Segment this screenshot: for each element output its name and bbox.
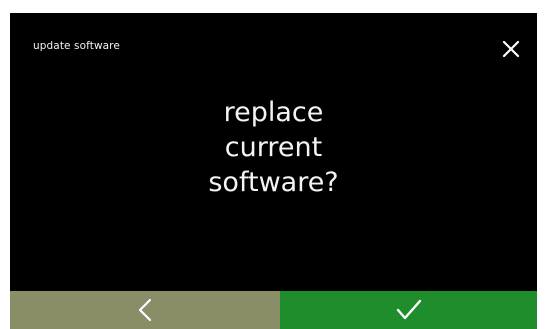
- close-icon: [502, 40, 520, 58]
- checkmark-icon: [396, 299, 421, 320]
- chevron-left-icon: [138, 298, 152, 322]
- screen-title: update software: [33, 40, 120, 52]
- message-line-1: replace: [223, 97, 324, 128]
- back-button[interactable]: [10, 291, 280, 329]
- message-line-3: software?: [208, 167, 339, 198]
- message-line-2: current: [224, 132, 323, 163]
- close-button[interactable]: [493, 31, 529, 67]
- action-bar: [10, 291, 537, 329]
- software-update-screen: update software replace current software…: [10, 13, 537, 329]
- confirm-button[interactable]: [280, 291, 537, 329]
- confirmation-message: replace current software?: [10, 95, 537, 200]
